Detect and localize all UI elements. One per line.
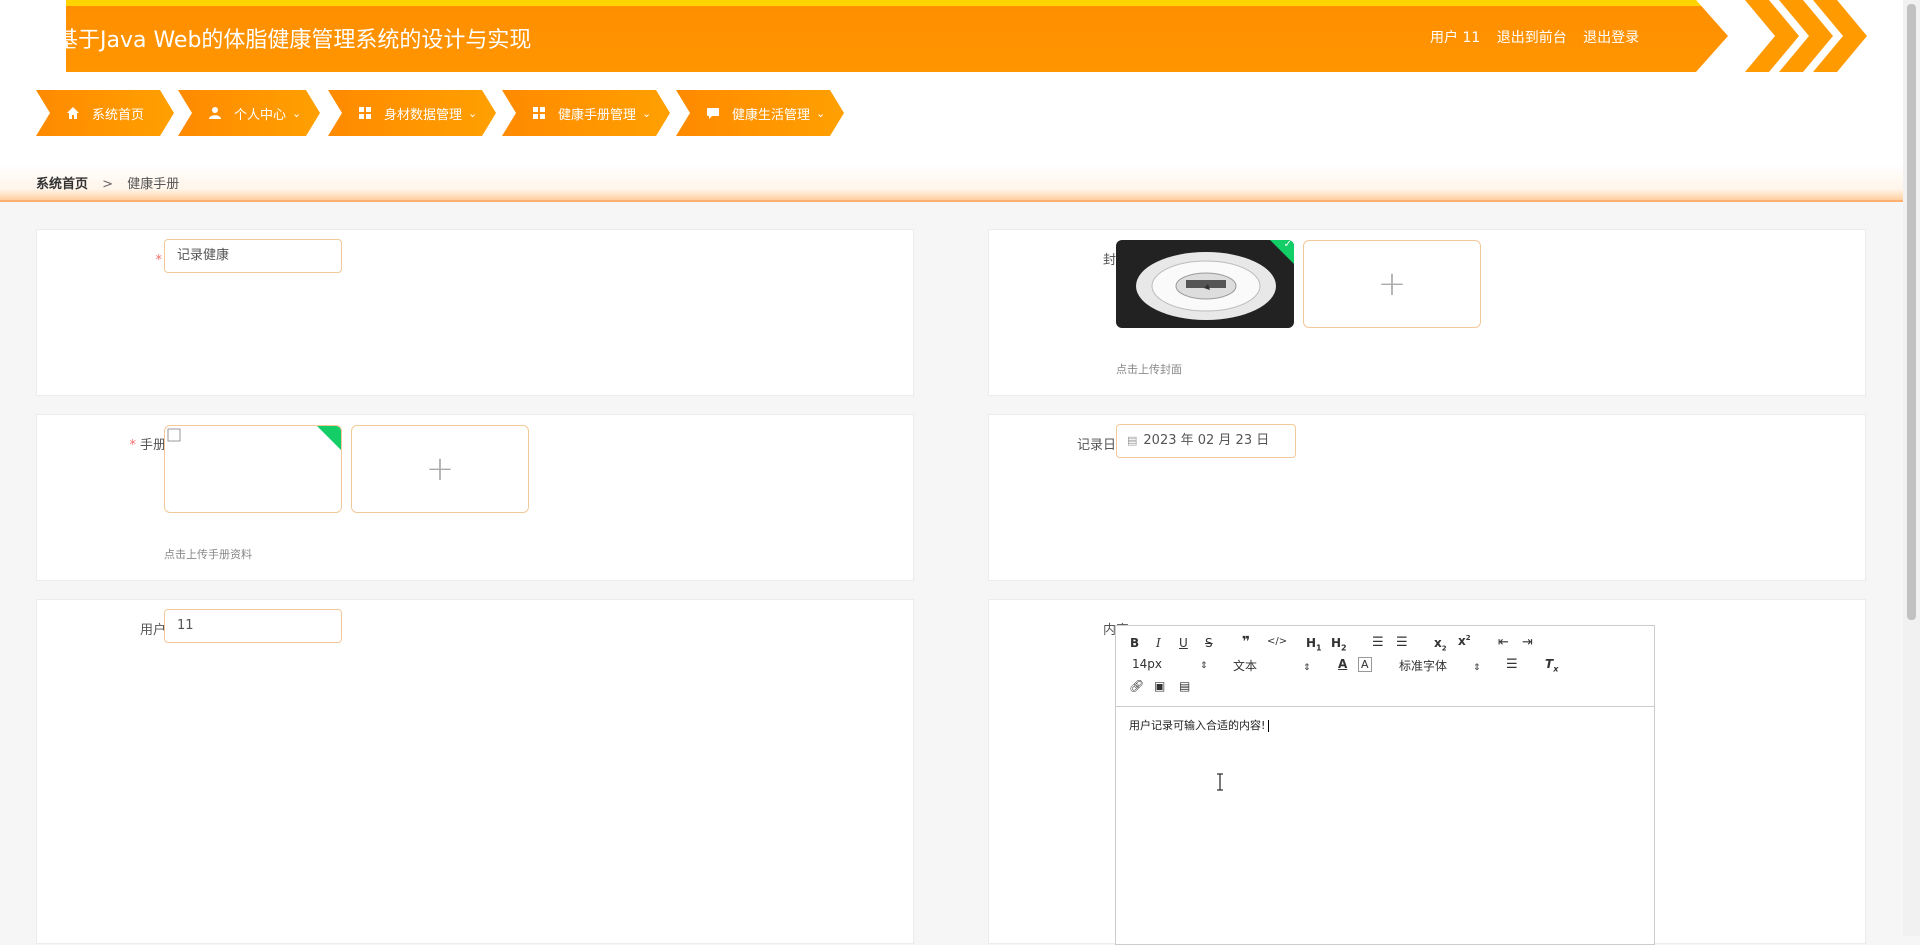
text-cursor	[1268, 720, 1270, 732]
manual-upload-button[interactable]: +	[351, 425, 529, 513]
ordered-list-icon[interactable]: ☰	[1372, 635, 1384, 650]
home-icon	[66, 106, 80, 120]
font-size-value: 14px	[1132, 657, 1162, 671]
chevron-down-icon: ⌄	[468, 106, 478, 120]
date-value: 2023 年 02 月 23 日	[1143, 433, 1270, 448]
font-color-icon[interactable]: A	[1338, 657, 1347, 671]
main-nav: 系统首页 个人中心 ⌄ 身材数据管理 ⌄ 健康手册管理 ⌄ 健康生活管理 ⌄	[0, 72, 1920, 164]
manual-upload-hint: 点击上传手册资料	[164, 548, 252, 561]
account-input[interactable]: 11	[164, 609, 342, 643]
ibeam-cursor-icon	[1217, 773, 1223, 791]
image-icon[interactable]: ▣	[1154, 679, 1165, 693]
calendar-icon: ▤	[1127, 434, 1138, 447]
chevron-decoration-icon	[1745, 0, 1867, 72]
nav-health-manual-label: 健康手册管理	[558, 107, 637, 123]
plus-icon: +	[425, 449, 455, 489]
date-label: 记录日期	[1076, 438, 1129, 453]
superscript-button[interactable]: x2	[1458, 634, 1471, 648]
current-user: 用户 11	[1430, 30, 1481, 46]
chevron-down-icon: ⌄	[816, 106, 826, 120]
required-mark: *	[155, 253, 162, 268]
breadcrumb-current: 健康手册	[127, 177, 180, 192]
manual-thumbnail[interactable]	[164, 425, 342, 513]
date-picker[interactable]: ▤ 2023 年 02 月 23 日	[1116, 424, 1296, 458]
link-icon[interactable]: 🔗︎	[1129, 679, 1144, 693]
editor-content[interactable]: 用户记录可输入合适的内容!	[1116, 707, 1654, 743]
align-icon[interactable]: ☰	[1506, 657, 1518, 672]
editor-text: 用户记录可输入合适的内容!	[1129, 719, 1266, 732]
nav-home-label: 系统首页	[92, 107, 145, 123]
scrollbar-thumb[interactable]	[1907, 4, 1916, 620]
blockquote-icon[interactable]: ❞	[1242, 634, 1250, 650]
code-block-icon[interactable]: </>	[1267, 636, 1287, 647]
grid-icon	[358, 106, 372, 120]
block-type-select[interactable]: 文本 ⇕	[1233, 657, 1311, 674]
underline-button[interactable]: U	[1179, 636, 1188, 650]
required-mark: *	[129, 438, 136, 453]
font-family-select[interactable]: 标准字体 ⇕	[1399, 657, 1481, 674]
chat-icon	[706, 106, 720, 120]
select-arrows-icon: ⇕	[1200, 661, 1208, 671]
top-header: 基于Java Web的体脂健康管理系统的设计与实现 用户 11 退出到前台 退出…	[0, 0, 1920, 72]
editor-toolbar: B I U S ❞ </> H1 H2 ☰ ☰ x2 x2 ⇤ ⇥ 14px ⇕ …	[1116, 626, 1654, 707]
bold-button[interactable]: B	[1130, 636, 1139, 650]
chevron-down-icon: ⌄	[642, 106, 652, 120]
strike-button[interactable]: S	[1205, 636, 1213, 650]
header-user-links: 用户 11 退出到前台 退出登录	[1430, 27, 1651, 47]
nav-healthy-life-label: 健康生活管理	[732, 107, 811, 123]
indent-icon[interactable]: ⇥	[1522, 635, 1533, 650]
back-to-front-link[interactable]: 退出到前台	[1497, 30, 1567, 46]
italic-button[interactable]: I	[1156, 636, 1161, 650]
cover-upload-button[interactable]: +	[1303, 240, 1481, 328]
select-arrows-icon: ⇕	[1473, 663, 1481, 673]
system-title: 基于Java Web的体脂健康管理系统的设计与实现	[56, 28, 532, 53]
video-icon[interactable]: ▤	[1179, 679, 1190, 693]
chevron-down-icon: ⌄	[292, 106, 302, 120]
user-icon	[208, 106, 222, 120]
title-card: *标题 记录健康	[36, 229, 914, 396]
breadcrumb: 系统首页 > 健康手册	[36, 173, 179, 192]
manual-card: *手册资料 + 点击上传手册资料	[36, 414, 914, 581]
cover-thumbnail[interactable]: ✓	[1116, 240, 1294, 328]
heading2-button[interactable]: H2	[1331, 636, 1347, 652]
grid-icon	[532, 106, 546, 120]
nav-health-manual[interactable]: 健康手册管理 ⌄	[502, 90, 670, 136]
check-icon: ✓	[1283, 240, 1292, 250]
breadcrumb-separator: >	[102, 177, 114, 192]
rich-text-editor: B I U S ❞ </> H1 H2 ☰ ☰ x2 x2 ⇤ ⇥ 14px ⇕ …	[1115, 625, 1655, 945]
logout-link[interactable]: 退出登录	[1583, 30, 1639, 46]
title-input[interactable]: 记录健康	[164, 239, 342, 273]
font-family-value: 标准字体	[1399, 659, 1448, 673]
nav-healthy-life[interactable]: 健康生活管理 ⌄	[676, 90, 844, 136]
outdent-icon[interactable]: ⇤	[1498, 635, 1509, 650]
nav-personal-center-label: 个人中心	[234, 107, 287, 123]
date-card: 记录日期 ▤ 2023 年 02 月 23 日	[988, 414, 1866, 581]
bullet-list-icon[interactable]: ☰	[1396, 635, 1408, 650]
upload-success-badge	[317, 426, 341, 450]
nav-home[interactable]: 系统首页	[36, 90, 174, 136]
clear-format-icon[interactable]: Tx	[1545, 657, 1558, 673]
background-color-icon[interactable]: A	[1358, 657, 1372, 672]
cover-upload-hint: 点击上传封面	[1116, 363, 1182, 376]
heading1-button[interactable]: H1	[1306, 636, 1322, 652]
scale-image-icon	[1116, 240, 1294, 328]
breadcrumb-bar: 系统首页 > 健康手册	[0, 164, 1920, 202]
broken-image-icon	[167, 428, 181, 442]
block-type-value: 文本	[1233, 659, 1258, 673]
nav-body-data[interactable]: 身材数据管理 ⌄	[328, 90, 496, 136]
font-size-select[interactable]: 14px ⇕	[1132, 657, 1208, 671]
select-arrows-icon: ⇕	[1303, 663, 1311, 673]
page-scrollbar[interactable]	[1903, 0, 1920, 936]
breadcrumb-home[interactable]: 系统首页	[36, 177, 88, 192]
nav-body-data-label: 身材数据管理	[384, 107, 463, 123]
nav-personal-center[interactable]: 个人中心 ⌄	[178, 90, 320, 136]
subscript-button[interactable]: x2	[1434, 636, 1447, 652]
account-card: 用户账号 11	[36, 599, 914, 944]
cover-card: 封面 ✓ + 点击上传封面	[988, 229, 1866, 396]
plus-icon: +	[1377, 264, 1407, 304]
